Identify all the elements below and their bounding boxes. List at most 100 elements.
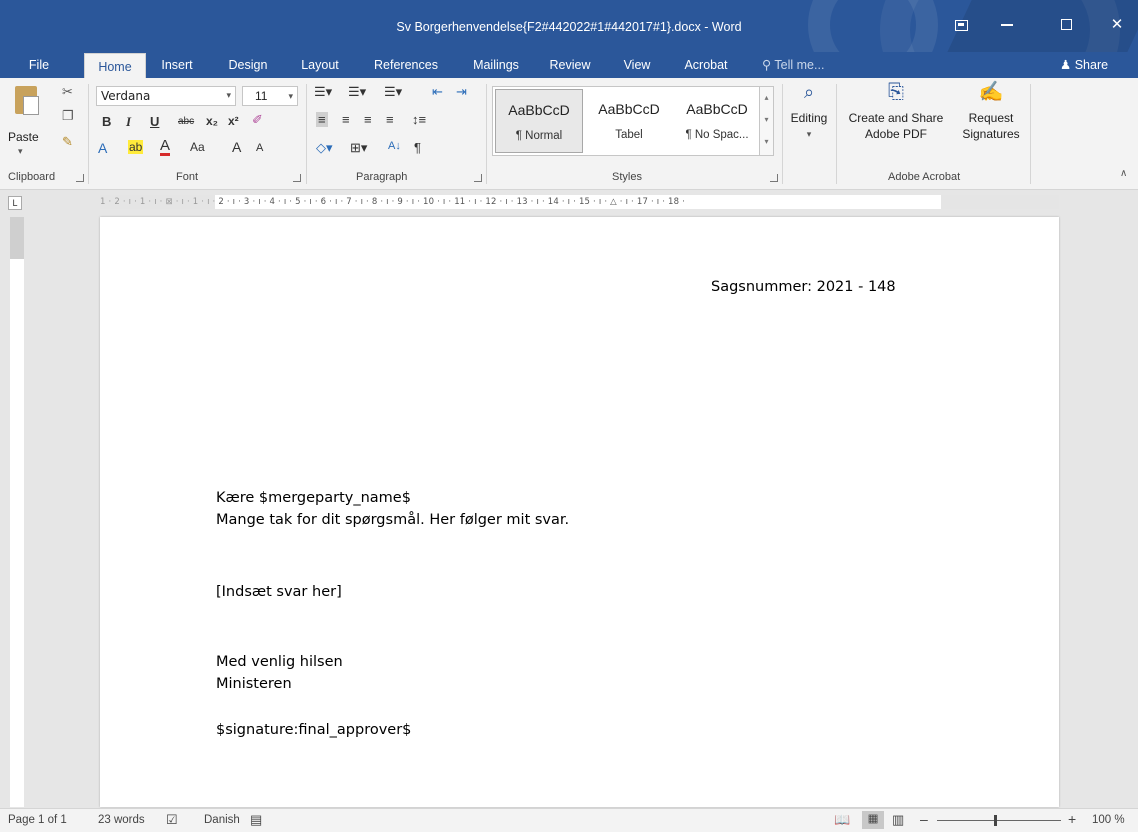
font-size-select[interactable]: 11 ▾ <box>242 86 298 106</box>
style-normal[interactable]: AaBbCcD ¶ Normal <box>495 89 583 153</box>
zoom-out-button[interactable]: – <box>920 811 928 827</box>
tab-selector[interactable]: L <box>8 196 22 210</box>
grow-font-button[interactable]: A <box>232 139 241 155</box>
web-layout-icon[interactable]: ▥ <box>892 812 904 828</box>
tab-references[interactable]: References <box>362 52 450 78</box>
case-number[interactable]: Sagsnummer: 2021 - 148 <box>711 279 896 295</box>
font-family-value: Verdana <box>101 89 151 103</box>
justify-icon[interactable]: ≡ <box>386 112 394 127</box>
closing-line[interactable]: Med venlig hilsen <box>216 654 343 670</box>
collapse-ribbon-icon[interactable]: ∧ <box>1120 168 1127 179</box>
clear-formatting-icon[interactable]: ✐ <box>252 112 263 128</box>
tab-view[interactable]: View <box>614 52 660 78</box>
macro-record-icon[interactable]: ▤ <box>250 812 262 828</box>
request-signatures-button[interactable]: ✍ Request Signatures <box>954 82 1028 142</box>
cut-icon[interactable]: ✂ <box>62 84 73 100</box>
share-button[interactable]: ♟ Share <box>1052 52 1108 78</box>
shrink-font-button[interactable]: A <box>256 142 263 154</box>
line-spacing-icon[interactable]: ↕≡ <box>412 112 426 127</box>
status-bar: Page 1 of 1 23 words ☑ Danish ▤ 📖 ▦ ▥ – … <box>0 808 1138 832</box>
align-center-icon[interactable]: ≡ <box>342 112 350 127</box>
style-no-spacing[interactable]: AaBbCcD ¶ No Spac... <box>673 89 761 153</box>
intro-line[interactable]: Mange tak for dit spørgsmål. Her følger … <box>216 512 569 528</box>
font-launcher-icon[interactable] <box>293 174 301 182</box>
italic-button[interactable]: I <box>126 114 131 130</box>
vertical-ruler[interactable] <box>10 217 24 807</box>
subscript-button[interactable]: x₂ <box>206 114 218 128</box>
chevron-up-icon[interactable]: ▴ <box>760 87 773 109</box>
word-count[interactable]: 23 words <box>98 814 145 826</box>
title-bar: Sv Borgerhenvendelse{F2#442022#1#442017#… <box>0 0 1138 52</box>
zoom-slider[interactable] <box>937 820 1061 821</box>
font-family-select[interactable]: Verdana ▾ <box>96 86 236 106</box>
sender-line[interactable]: Ministeren <box>216 676 292 692</box>
numbering-icon[interactable]: ☰▾ <box>348 84 366 100</box>
font-color-button[interactable]: A <box>160 138 171 156</box>
tab-mailings[interactable]: Mailings <box>462 52 530 78</box>
styles-gallery: AaBbCcD ¶ Normal AaBbCcD Tabel AaBbCcD ¶… <box>492 86 774 156</box>
copy-icon[interactable]: ❐ <box>62 108 74 124</box>
font-size-value: 11 <box>255 89 268 103</box>
tab-design[interactable]: Design <box>218 52 278 78</box>
decrease-indent-icon[interactable]: ⇤ <box>432 84 443 100</box>
align-left-icon[interactable]: ≡ <box>316 112 328 127</box>
close-button[interactable]: ✕ <box>1094 10 1138 42</box>
styles-scrollbar[interactable]: ▴ ▾ ▾ <box>759 87 773 155</box>
maximize-button[interactable] <box>1043 10 1089 42</box>
font-group-label: Font <box>176 171 199 183</box>
paragraph-launcher-icon[interactable] <box>474 174 482 182</box>
styles-launcher-icon[interactable] <box>770 174 778 182</box>
tab-home[interactable]: Home <box>84 53 146 78</box>
borders-icon[interactable]: ⊞▾ <box>350 140 367 156</box>
align-right-icon[interactable]: ≡ <box>364 112 372 127</box>
answer-placeholder[interactable]: [Indsæt svar her] <box>216 584 342 600</box>
style-tabel[interactable]: AaBbCcD Tabel <box>585 89 673 153</box>
zoom-level[interactable]: 100 % <box>1092 814 1125 826</box>
editing-button[interactable]: ⌕ Editing ▾ <box>786 83 832 142</box>
signature-field[interactable]: $signature:final_approver$ <box>216 722 411 738</box>
highlight-button[interactable]: ab <box>128 140 144 154</box>
group-separator <box>486 84 487 184</box>
text-effects-button[interactable]: A <box>98 140 107 156</box>
zoom-slider-thumb[interactable] <box>994 815 997 826</box>
increase-indent-icon[interactable]: ⇥ <box>456 84 467 100</box>
horizontal-ruler[interactable]: 1 · 2 · ı · 1 · ı · ⊠ · ı · 1 · ı · 2 · … <box>100 195 1059 209</box>
tab-insert[interactable]: Insert <box>152 52 202 78</box>
shading-icon[interactable]: ◇▾ <box>316 140 333 156</box>
clipboard-launcher-icon[interactable] <box>76 174 84 182</box>
chevron-down-icon: ▾ <box>18 146 23 156</box>
strikethrough-button[interactable]: abc <box>178 116 194 127</box>
superscript-button[interactable]: x² <box>228 114 239 128</box>
tab-layout[interactable]: Layout <box>290 52 350 78</box>
create-share-pdf-button[interactable]: ⎘ Create and Share Adobe PDF <box>838 82 954 142</box>
underline-button[interactable]: U <box>150 114 159 129</box>
zoom-in-button[interactable]: + <box>1068 811 1076 827</box>
change-case-button[interactable]: Aa <box>190 140 205 154</box>
language[interactable]: Danish <box>204 814 240 826</box>
sort-button[interactable]: A↓ <box>388 140 401 152</box>
minimize-button[interactable] <box>984 10 1030 42</box>
ribbon-tabs: File Home Insert Design Layout Reference… <box>0 52 1138 78</box>
multilevel-list-icon[interactable]: ☰▾ <box>384 84 402 100</box>
more-styles-icon[interactable]: ▾ <box>760 131 773 153</box>
tab-acrobat[interactable]: Acrobat <box>672 52 740 78</box>
bullets-icon[interactable]: ☰▾ <box>314 84 332 100</box>
tell-me-search[interactable]: ⚲ Tell me... <box>762 52 824 78</box>
style-name: ¶ No Spac... <box>685 129 749 141</box>
print-layout-icon[interactable]: ▦ <box>862 811 884 829</box>
tab-review[interactable]: Review <box>540 52 600 78</box>
show-formatting-button[interactable]: ¶ <box>414 140 421 155</box>
format-painter-icon[interactable]: ✎ <box>62 134 73 150</box>
read-mode-icon[interactable]: 📖 <box>834 812 850 828</box>
document-page[interactable]: Sagsnummer: 2021 - 148 Kære $mergeparty_… <box>100 217 1059 807</box>
ribbon-display-options-button[interactable] <box>938 10 984 42</box>
group-separator <box>782 84 783 184</box>
ribbon-home: Paste ▾ ✂ ❐ ✎ Clipboard Verdana ▾ 11 ▾ B… <box>0 78 1138 190</box>
tab-file[interactable]: File <box>14 52 64 78</box>
chevron-down-icon[interactable]: ▾ <box>760 109 773 131</box>
greeting-line[interactable]: Kære $mergeparty_name$ <box>216 490 411 506</box>
proofing-icon[interactable]: ☑ <box>166 812 178 828</box>
bold-button[interactable]: B <box>102 114 111 129</box>
page-count[interactable]: Page 1 of 1 <box>8 814 67 826</box>
create-share-label-1: Create and Share <box>848 111 944 125</box>
